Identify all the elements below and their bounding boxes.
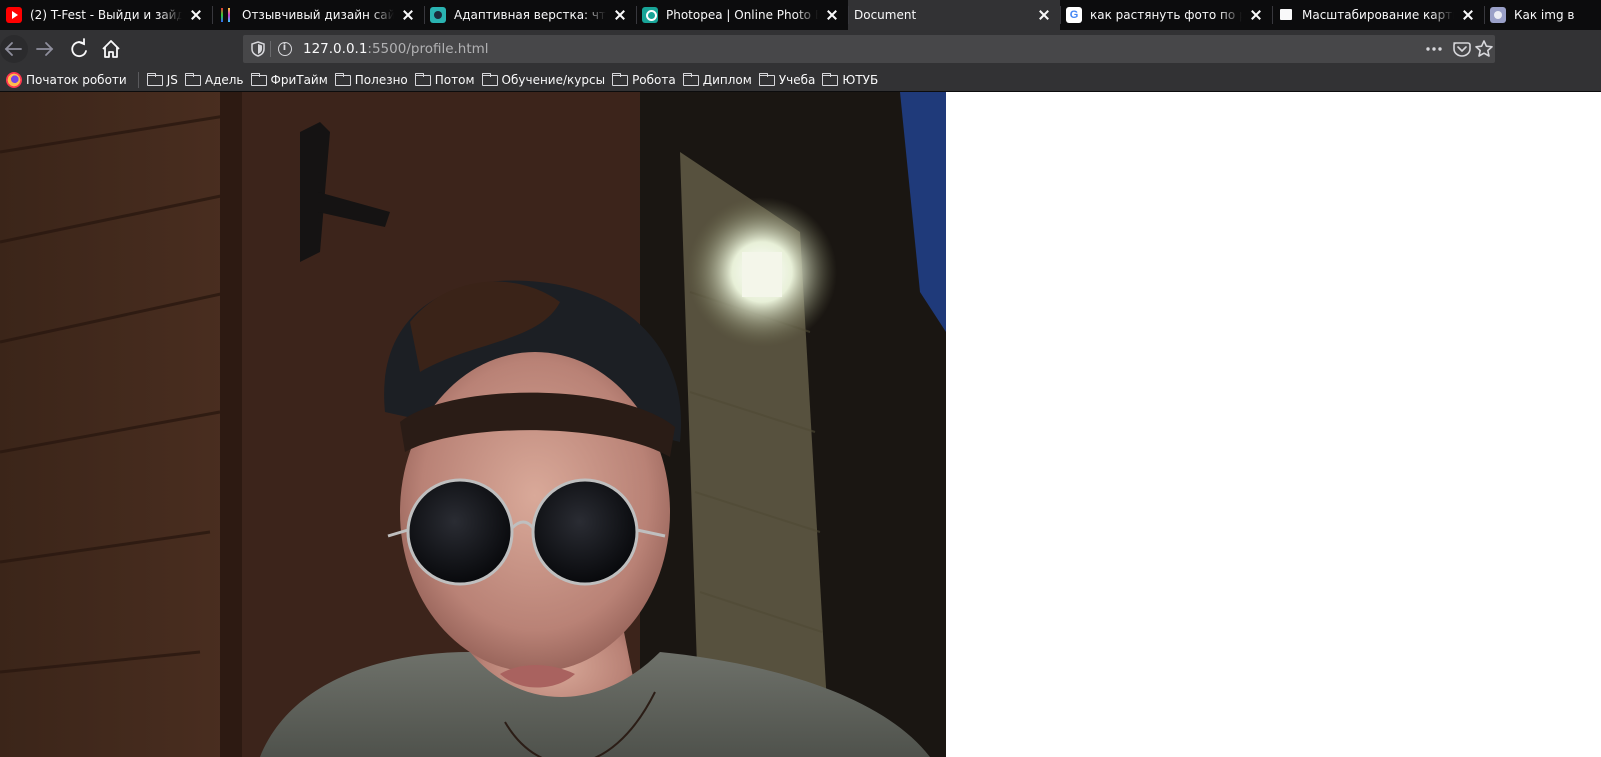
folder-icon — [682, 73, 699, 86]
bookmark-label: Початок роботи — [26, 72, 127, 87]
youtube-icon — [6, 7, 22, 23]
close-tab-icon[interactable] — [1034, 5, 1054, 25]
url-path: :5500/profile.html — [367, 41, 489, 57]
address-bar[interactable]: 127.0.0.1:5500/profile.html — [243, 35, 1495, 63]
tab-adaptive-layout[interactable]: Адаптивная верстка: что это такое — [424, 0, 636, 30]
reload-icon[interactable] — [71, 38, 87, 58]
bookmark-label: ЮТУБ — [842, 72, 879, 87]
folder-icon — [822, 73, 839, 86]
folder-icon — [146, 73, 163, 86]
bookmark-folder-work[interactable]: Робота — [612, 69, 681, 91]
image-site-icon — [1490, 7, 1506, 23]
pocket-icon[interactable] — [1453, 42, 1471, 57]
bookmark-label: JS — [166, 72, 178, 87]
tab-document[interactable]: Document — [848, 0, 1060, 30]
bookmark-folder-later[interactable]: Потом — [414, 69, 480, 91]
bookmark-folder-youtube[interactable]: ЮТУБ — [822, 69, 883, 91]
profile-photo — [0, 92, 946, 757]
bookmark-label: Диплом — [702, 72, 752, 87]
home-icon[interactable] — [102, 40, 120, 58]
bookmark-folder-courses[interactable]: Обучение/курсы — [481, 69, 611, 91]
folder-icon — [184, 73, 201, 86]
google-icon — [1066, 7, 1082, 23]
bookmarks-toolbar: Початок роботи JS Адель ФриТайм Полезно … — [0, 68, 1601, 92]
firefox-icon — [6, 71, 22, 88]
back-arrow-icon[interactable] — [0, 35, 28, 63]
tab-title: Document — [854, 8, 917, 22]
bookmark-label: Потом — [434, 72, 475, 87]
bookmark-label: ФриТайм — [270, 72, 328, 87]
tab-title: Адаптивная верстка: что это такое — [454, 8, 606, 22]
tab-title: Как img в — [1514, 8, 1575, 22]
bookmark-label: Робота — [632, 72, 676, 87]
tab-photopea[interactable]: Photopea | Online Photo Editor — [636, 0, 848, 30]
url-text[interactable]: 127.0.0.1:5500/profile.html — [303, 41, 489, 57]
document-icon — [1278, 7, 1294, 23]
folder-icon — [334, 73, 351, 86]
folder-icon — [612, 73, 629, 86]
tab-responsive-design[interactable]: Отзывчивый дизайн сайта — [212, 0, 424, 30]
bookmark-folder-js[interactable]: JS — [146, 69, 183, 91]
url-host: 127.0.0.1 — [303, 41, 368, 57]
folder-icon — [758, 73, 775, 86]
close-tab-icon[interactable] — [186, 5, 206, 25]
tab-google-search[interactable]: как растянуть фото по размеру — [1060, 0, 1272, 30]
tab-title: (2) T-Fest - Выйди и зайди нормально — [30, 8, 182, 22]
tab-strip: (2) T-Fest - Выйди и зайди нормально Отз… — [0, 0, 1601, 30]
site-info-icon[interactable] — [278, 42, 292, 56]
tab-youtube[interactable]: (2) T-Fest - Выйди и зайди нормально — [0, 0, 212, 30]
bookmark-folder-adel[interactable]: Адель — [184, 69, 249, 91]
page-actions-icon[interactable] — [1426, 47, 1442, 51]
folder-icon — [481, 73, 498, 86]
bookmark-folder-useful[interactable]: Полезно — [334, 69, 413, 91]
bookmark-label: Обучение/курсы — [501, 72, 606, 87]
page-content — [0, 92, 1601, 757]
tab-title: как растянуть фото по размеру — [1090, 8, 1242, 22]
tab-title: Photopea | Online Photo Editor — [666, 8, 818, 22]
close-tab-icon[interactable] — [1458, 5, 1478, 25]
photopea-icon — [642, 7, 658, 23]
bookmark-folder-study[interactable]: Учеба — [758, 69, 821, 91]
close-tab-icon[interactable] — [398, 5, 418, 25]
htmlbook-icon — [218, 7, 234, 23]
close-tab-icon[interactable] — [822, 5, 842, 25]
bookmark-folder-freetime[interactable]: ФриТайм — [250, 69, 333, 91]
close-tab-icon[interactable] — [1246, 5, 1266, 25]
navigation-toolbar: 127.0.0.1:5500/profile.html — [0, 30, 1601, 68]
bookmark-folder-diploma[interactable]: Диплом — [682, 69, 757, 91]
tab-img-question[interactable]: Как img в — [1484, 0, 1601, 30]
bookmark-getting-started[interactable]: Початок роботи — [6, 69, 132, 91]
folder-icon — [250, 73, 267, 86]
bookmark-label: Адель — [204, 72, 244, 87]
tab-image-scaling[interactable]: Масштабирование картинок — [1272, 0, 1484, 30]
address-actions — [1426, 40, 1493, 57]
bookmark-separator — [137, 71, 139, 88]
tab-title: Отзывчивый дизайн сайта — [242, 8, 394, 22]
address-separator — [270, 41, 271, 57]
folder-icon — [414, 73, 431, 86]
tab-title: Масштабирование картинок — [1302, 8, 1454, 22]
bookmark-label: Учеба — [778, 72, 816, 87]
bookmark-label: Полезно — [354, 72, 408, 87]
tracking-shield-icon[interactable] — [251, 41, 265, 57]
bookmark-star-icon[interactable] — [1475, 40, 1493, 57]
forward-arrow-icon[interactable] — [36, 42, 54, 56]
close-tab-icon[interactable] — [610, 5, 630, 25]
adaptive-site-icon — [430, 7, 446, 23]
